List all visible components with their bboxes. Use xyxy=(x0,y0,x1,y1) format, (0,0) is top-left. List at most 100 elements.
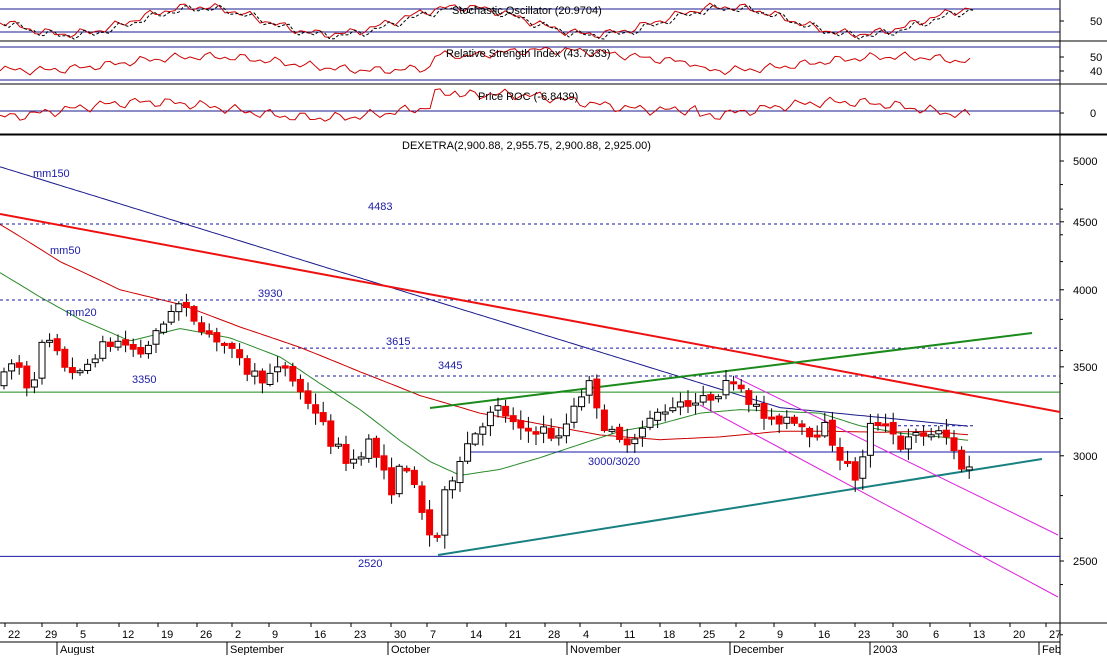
candle-body xyxy=(441,489,449,536)
dexetra-chart: 22 29 5 12 19 26 2 9 16 23 30 7 14 21 28 4 11 18 25 2 9 16 23 3… xyxy=(0,0,1107,656)
candle-body xyxy=(661,411,669,415)
chart-root: 22 29 5 12 19 26 2 9 16 23 30 7 14 21 28 4 11 18 25 2 9 16 23 3… xyxy=(0,0,1107,656)
price-tick-label: 5000 xyxy=(1073,156,1097,168)
month-tick-label: October xyxy=(391,644,430,655)
price-tick-label: 4000 xyxy=(1073,285,1097,297)
candle-body xyxy=(68,367,76,374)
day-tick-label: 23 xyxy=(354,629,366,641)
day-tick-label: 29 xyxy=(45,629,57,641)
candle-body xyxy=(23,365,31,389)
candle-body xyxy=(600,409,608,432)
day-tick-label: 7 xyxy=(430,629,436,641)
candle-body xyxy=(464,443,472,462)
day-tick-label: 11 xyxy=(624,629,635,641)
candle-body xyxy=(372,437,380,458)
candle-body xyxy=(319,412,327,423)
candle-body xyxy=(851,461,859,481)
candle-body xyxy=(585,380,593,396)
price-tick-label: 4500 xyxy=(1073,217,1097,229)
candle-body xyxy=(570,405,578,423)
day-tick-label: 2 xyxy=(739,629,745,641)
candle-body xyxy=(745,390,753,405)
candle-body xyxy=(342,443,350,464)
candle-body xyxy=(380,455,388,471)
candle-body xyxy=(205,330,213,335)
candle-body xyxy=(524,427,532,432)
candle-body xyxy=(84,363,92,371)
candle-body xyxy=(555,435,563,439)
day-tick-label: 19 xyxy=(161,629,173,641)
day-tick-label: 2 xyxy=(235,629,241,641)
day-tick-label: 6 xyxy=(933,629,939,641)
candle-body xyxy=(334,443,342,447)
candle-body xyxy=(912,432,920,436)
candle-body xyxy=(897,435,905,450)
candle-body xyxy=(433,534,441,538)
day-tick-label: 9 xyxy=(272,629,278,641)
candle-body xyxy=(388,467,396,496)
candle-body xyxy=(608,428,616,432)
month-tick-label: December xyxy=(733,644,784,655)
indicator-tick-label: 0 xyxy=(1090,108,1096,120)
day-tick-label: 27 xyxy=(1049,629,1061,641)
candle-body xyxy=(859,456,867,479)
level-label-4483: 4483 xyxy=(368,201,392,213)
day-tick-label: 20 xyxy=(1013,629,1025,641)
candle-body xyxy=(532,431,540,435)
candle-body xyxy=(198,322,206,333)
day-tick-label: 28 xyxy=(548,629,560,641)
candle-body xyxy=(395,465,403,495)
candle-body xyxy=(129,344,137,350)
day-tick-label: 22 xyxy=(8,629,20,641)
candle-body xyxy=(160,323,168,333)
day-tick-label: 14 xyxy=(470,629,482,641)
candle-body xyxy=(699,395,707,403)
price-tick-label: 2500 xyxy=(1073,556,1097,568)
candle-body xyxy=(426,509,434,536)
day-tick-label: 23 xyxy=(858,629,870,641)
candle-body xyxy=(783,416,791,424)
day-tick-label: 4 xyxy=(583,629,589,641)
candle-body xyxy=(251,370,259,377)
candle-body xyxy=(91,358,99,364)
candle-body xyxy=(806,427,814,438)
indicator-title-1: Relative Strength Index (43.7333) xyxy=(446,48,611,60)
day-tick-label: 12 xyxy=(122,629,134,641)
level-label-3350: 3350 xyxy=(132,374,156,386)
candle-body xyxy=(828,419,836,446)
candle-body xyxy=(114,340,122,348)
candle-body xyxy=(669,407,677,412)
level-label-3000-3020: 3000/3020 xyxy=(588,456,640,468)
candle-body xyxy=(479,426,487,435)
candle-body xyxy=(935,430,943,435)
price-tick-label: 3500 xyxy=(1073,362,1097,374)
day-tick-label: 26 xyxy=(200,629,212,641)
month-tick-label: Feb xyxy=(1042,644,1061,655)
candle-body xyxy=(167,310,175,323)
candle-body xyxy=(418,485,426,513)
candle-body xyxy=(821,421,829,437)
candle-body xyxy=(0,371,8,387)
day-tick-label: 16 xyxy=(314,629,326,641)
candle-body xyxy=(540,426,548,434)
candle-body xyxy=(46,339,54,343)
month-tick-label: August xyxy=(60,644,94,655)
candle-body xyxy=(866,422,874,456)
candle-body xyxy=(798,423,806,428)
day-tick-label: 5 xyxy=(80,629,86,641)
candle-body xyxy=(38,341,46,379)
candle-body xyxy=(616,426,624,440)
candle-body xyxy=(950,437,958,452)
candle-body xyxy=(152,330,160,345)
candle-body xyxy=(737,384,745,390)
candle-body xyxy=(448,480,456,491)
candle-body xyxy=(296,378,304,393)
candle-body xyxy=(638,427,646,438)
candle-body xyxy=(927,434,935,438)
candle-body xyxy=(410,469,418,485)
day-tick-label: 25 xyxy=(703,629,715,641)
candle-body xyxy=(494,405,502,411)
candle-body xyxy=(593,378,601,409)
candle-body xyxy=(844,460,852,464)
candle-body xyxy=(486,411,494,427)
